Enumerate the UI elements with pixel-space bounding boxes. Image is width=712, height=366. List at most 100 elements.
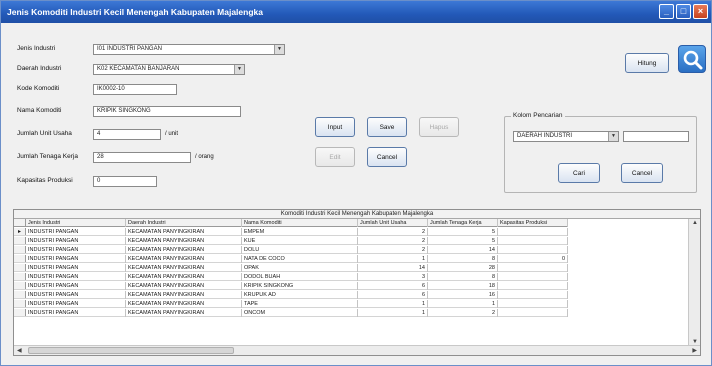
- table-cell[interactable]: DOLU: [242, 246, 358, 254]
- table-cell[interactable]: INDUSTRI PANGAN: [26, 246, 126, 254]
- table-cell[interactable]: KECAMATAN PANYINGKIRAN: [126, 237, 242, 245]
- chevron-down-icon[interactable]: ▼: [274, 45, 284, 54]
- table-cell[interactable]: TAPE: [242, 300, 358, 308]
- hapus-button[interactable]: Hapus: [419, 117, 459, 137]
- search-button[interactable]: [678, 45, 706, 73]
- search-cancel-button[interactable]: Cancel: [621, 163, 663, 183]
- table-cell[interactable]: INDUSTRI PANGAN: [26, 237, 126, 245]
- table-cell[interactable]: KECAMATAN PANYINGKIRAN: [126, 264, 242, 272]
- table-cell[interactable]: 2: [358, 228, 428, 236]
- table-cell[interactable]: KECAMATAN PANYINGKIRAN: [126, 309, 242, 317]
- column-header[interactable]: Jumlah Unit Usaha: [358, 219, 428, 227]
- table-cell[interactable]: 2: [358, 246, 428, 254]
- table-row[interactable]: INDUSTRI PANGAN KECAMATAN PANYINGKIRAN DOL…: [14, 246, 568, 254]
- vertical-scrollbar[interactable]: ▲ ▼: [688, 219, 700, 346]
- kapasitas-produksi-field[interactable]: 0: [93, 176, 157, 187]
- table-cell[interactable]: 8: [428, 273, 498, 281]
- daerah-industri-combo[interactable]: K02 KECAMATAN BANJARAN ▼: [93, 64, 245, 75]
- table-cell[interactable]: [498, 264, 568, 272]
- table-cell[interactable]: [498, 273, 568, 281]
- table-row[interactable]: INDUSTRI PANGAN KECAMATAN PANYINGKIRAN TAP…: [14, 300, 568, 308]
- hitung-button[interactable]: Hitung: [625, 53, 669, 73]
- table-cell[interactable]: KECAMATAN PANYINGKIRAN: [126, 300, 242, 308]
- table-cell[interactable]: DODOL BUAH: [242, 273, 358, 281]
- scroll-left-icon[interactable]: ◀: [17, 347, 22, 354]
- horizontal-scrollbar[interactable]: ◀ ▶: [14, 345, 700, 355]
- table-cell[interactable]: 5: [428, 228, 498, 236]
- table-cell[interactable]: KECAMATAN PANYINGKIRAN: [126, 246, 242, 254]
- table-cell[interactable]: INDUSTRI PANGAN: [26, 273, 126, 281]
- table-cell[interactable]: 1: [358, 255, 428, 263]
- row-selector[interactable]: [14, 273, 26, 280]
- chevron-down-icon[interactable]: ▼: [234, 65, 244, 74]
- save-button[interactable]: Save: [367, 117, 407, 137]
- table-cell[interactable]: [498, 282, 568, 290]
- data-grid[interactable]: Komoditi Industri Kecil Menengah Kabupat…: [13, 209, 701, 356]
- table-row[interactable]: INDUSTRI PANGAN KECAMATAN PANYINGKIRAN NAT…: [14, 255, 568, 263]
- table-cell[interactable]: [498, 246, 568, 254]
- table-cell[interactable]: 1: [358, 300, 428, 308]
- table-cell[interactable]: 1: [428, 300, 498, 308]
- table-cell[interactable]: KECAMATAN PANYINGKIRAN: [126, 228, 242, 236]
- nama-komoditi-field[interactable]: KRIPIK SINGKONG: [93, 106, 241, 117]
- table-cell[interactable]: INDUSTRI PANGAN: [26, 300, 126, 308]
- column-header[interactable]: Kapasitas Produksi: [498, 219, 568, 227]
- table-row[interactable]: INDUSTRI PANGAN KECAMATAN PANYINGKIRAN KUE…: [14, 237, 568, 245]
- table-cell[interactable]: [498, 237, 568, 245]
- search-criteria-combo[interactable]: DAERAH INDUSTRI ▼: [513, 131, 619, 142]
- chevron-down-icon[interactable]: ▼: [608, 132, 618, 141]
- search-text-field[interactable]: [623, 131, 689, 142]
- column-header[interactable]: Jenis Industri: [26, 219, 126, 227]
- table-cell[interactable]: KRUPUK AD: [242, 291, 358, 299]
- table-row[interactable]: ▸ INDUSTRI PANGAN KECAMATAN PANYINGKIRAN EM…: [14, 228, 568, 236]
- minimize-button[interactable]: _: [659, 4, 674, 19]
- table-cell[interactable]: 6: [358, 282, 428, 290]
- input-button[interactable]: Input: [315, 117, 355, 137]
- maximize-button[interactable]: □: [676, 4, 691, 19]
- row-selector[interactable]: [14, 309, 26, 316]
- scroll-right-icon[interactable]: ▶: [692, 347, 697, 354]
- column-header[interactable]: Nama Komoditi: [242, 219, 358, 227]
- table-cell[interactable]: NATA DE COCO: [242, 255, 358, 263]
- table-row[interactable]: INDUSTRI PANGAN KECAMATAN PANYINGKIRAN OPA…: [14, 264, 568, 272]
- cancel-button[interactable]: Cancel: [367, 147, 407, 167]
- scroll-up-icon[interactable]: ▲: [692, 220, 698, 226]
- close-button[interactable]: ×: [693, 4, 708, 19]
- table-cell[interactable]: 5: [428, 237, 498, 245]
- table-cell[interactable]: KECAMATAN PANYINGKIRAN: [126, 255, 242, 263]
- table-cell[interactable]: 28: [428, 264, 498, 272]
- table-cell[interactable]: OPAK: [242, 264, 358, 272]
- kode-komoditi-field[interactable]: IK0002-10: [93, 84, 177, 95]
- table-cell[interactable]: 1: [358, 309, 428, 317]
- row-selector[interactable]: [14, 291, 26, 298]
- table-cell[interactable]: [498, 291, 568, 299]
- table-cell[interactable]: 14: [358, 264, 428, 272]
- table-row[interactable]: INDUSTRI PANGAN KECAMATAN PANYINGKIRAN KRI…: [14, 282, 568, 290]
- row-selector[interactable]: [14, 264, 26, 271]
- table-row[interactable]: INDUSTRI PANGAN KECAMATAN PANYINGKIRAN ONC…: [14, 309, 568, 317]
- horizontal-scroll-thumb[interactable]: [28, 347, 234, 354]
- table-row[interactable]: INDUSTRI PANGAN KECAMATAN PANYINGKIRAN DOD…: [14, 273, 568, 281]
- table-cell[interactable]: INDUSTRI PANGAN: [26, 255, 126, 263]
- table-cell[interactable]: 18: [428, 282, 498, 290]
- column-header[interactable]: Jumlah Tenaga Kerja: [428, 219, 498, 227]
- table-cell[interactable]: KECAMATAN PANYINGKIRAN: [126, 273, 242, 281]
- table-row[interactable]: INDUSTRI PANGAN KECAMATAN PANYINGKIRAN KRU…: [14, 291, 568, 299]
- table-cell[interactable]: 6: [358, 291, 428, 299]
- table-cell[interactable]: KECAMATAN PANYINGKIRAN: [126, 291, 242, 299]
- table-cell[interactable]: 16: [428, 291, 498, 299]
- table-cell[interactable]: ONCOM: [242, 309, 358, 317]
- edit-button[interactable]: Edit: [315, 147, 355, 167]
- cari-button[interactable]: Cari: [558, 163, 600, 183]
- column-header[interactable]: Daerah Industri: [126, 219, 242, 227]
- table-cell[interactable]: EMPEM: [242, 228, 358, 236]
- table-cell[interactable]: KUE: [242, 237, 358, 245]
- table-cell[interactable]: 14: [428, 246, 498, 254]
- jumlah-unit-usaha-field[interactable]: 4: [93, 129, 161, 140]
- table-cell[interactable]: INDUSTRI PANGAN: [26, 291, 126, 299]
- table-cell[interactable]: INDUSTRI PANGAN: [26, 264, 126, 272]
- table-cell[interactable]: [498, 309, 568, 317]
- row-selector[interactable]: [14, 246, 26, 253]
- table-cell[interactable]: [498, 300, 568, 308]
- row-selector[interactable]: [14, 237, 26, 244]
